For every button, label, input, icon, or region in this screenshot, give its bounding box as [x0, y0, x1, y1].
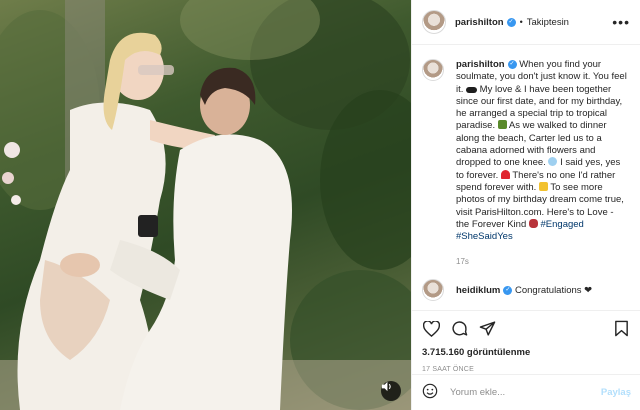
verified-badge-icon: ✓ [507, 59, 517, 69]
following-status[interactable]: Takiptesin [527, 17, 569, 28]
sparkles-emoji-icon [538, 181, 548, 191]
caption-row: parishilton ✓ When you find your soulmate… [422, 59, 630, 243]
comment-input[interactable] [450, 387, 601, 398]
post-comment-button[interactable]: Paylaş [601, 387, 631, 398]
post-header: parishilton ✓ • Takiptesin ••• [412, 0, 640, 45]
heart-icon [422, 319, 440, 340]
action-icons [422, 319, 630, 341]
engagement-photo-illustration [0, 0, 411, 410]
ring-emoji-icon [548, 157, 558, 167]
post-date[interactable]: 17 SAAT ÖNCE [422, 366, 630, 373]
comment-icon [451, 320, 468, 340]
caption-username[interactable]: parishilton [456, 59, 505, 70]
verified-badge-icon: ✓ [506, 17, 516, 27]
comments-section[interactable]: parishilton ✓ When you find your soulmate… [412, 45, 640, 310]
view-count[interactable]: 3.715.160 görüntülenme [422, 347, 630, 358]
palm-tree-emoji-icon [497, 120, 507, 130]
heart-emoji-icon [500, 169, 510, 179]
post-photo[interactable] [0, 0, 411, 410]
emoji-picker-button[interactable] [422, 383, 438, 402]
caption-timestamp: 17s [456, 257, 469, 267]
share-button[interactable] [478, 321, 496, 339]
bookmark-icon [614, 320, 629, 340]
like-button[interactable] [422, 319, 440, 340]
smile-icon [422, 383, 438, 402]
comment-composer: Paylaş [412, 374, 640, 410]
separator-dot: • [519, 17, 523, 27]
sunglasses-emoji-icon [466, 86, 478, 93]
post-caption: parishilton ✓ When you find your soulmate… [456, 59, 628, 243]
post-sidebar: parishilton ✓ • Takiptesin ••• parishilt… [411, 0, 640, 410]
hashtag-link[interactable]: #SheSaidYes [456, 231, 513, 242]
comment-body: Congratulations ❤ [514, 284, 593, 296]
comment-avatar[interactable] [422, 279, 444, 302]
share-icon [479, 320, 496, 340]
love-letter-emoji-icon [528, 218, 538, 228]
avatar[interactable] [422, 10, 446, 34]
audio-toggle-button[interactable] [381, 381, 401, 401]
comment-text: heidiklum ✓ Congratulations ❤ [456, 285, 592, 296]
save-button[interactable] [612, 320, 630, 340]
comment-item: heidiklum ✓ Congratulations ❤ [422, 279, 630, 302]
comment-username[interactable]: heidiklum [456, 285, 500, 296]
verified-badge-icon: ✓ [503, 285, 513, 295]
more-options-button[interactable]: ••• [612, 14, 630, 30]
post-username[interactable]: parishilton [455, 17, 504, 28]
hashtag-link[interactable]: #Engaged [541, 219, 584, 230]
caption-avatar[interactable] [422, 59, 444, 81]
comment-button[interactable] [450, 321, 468, 339]
